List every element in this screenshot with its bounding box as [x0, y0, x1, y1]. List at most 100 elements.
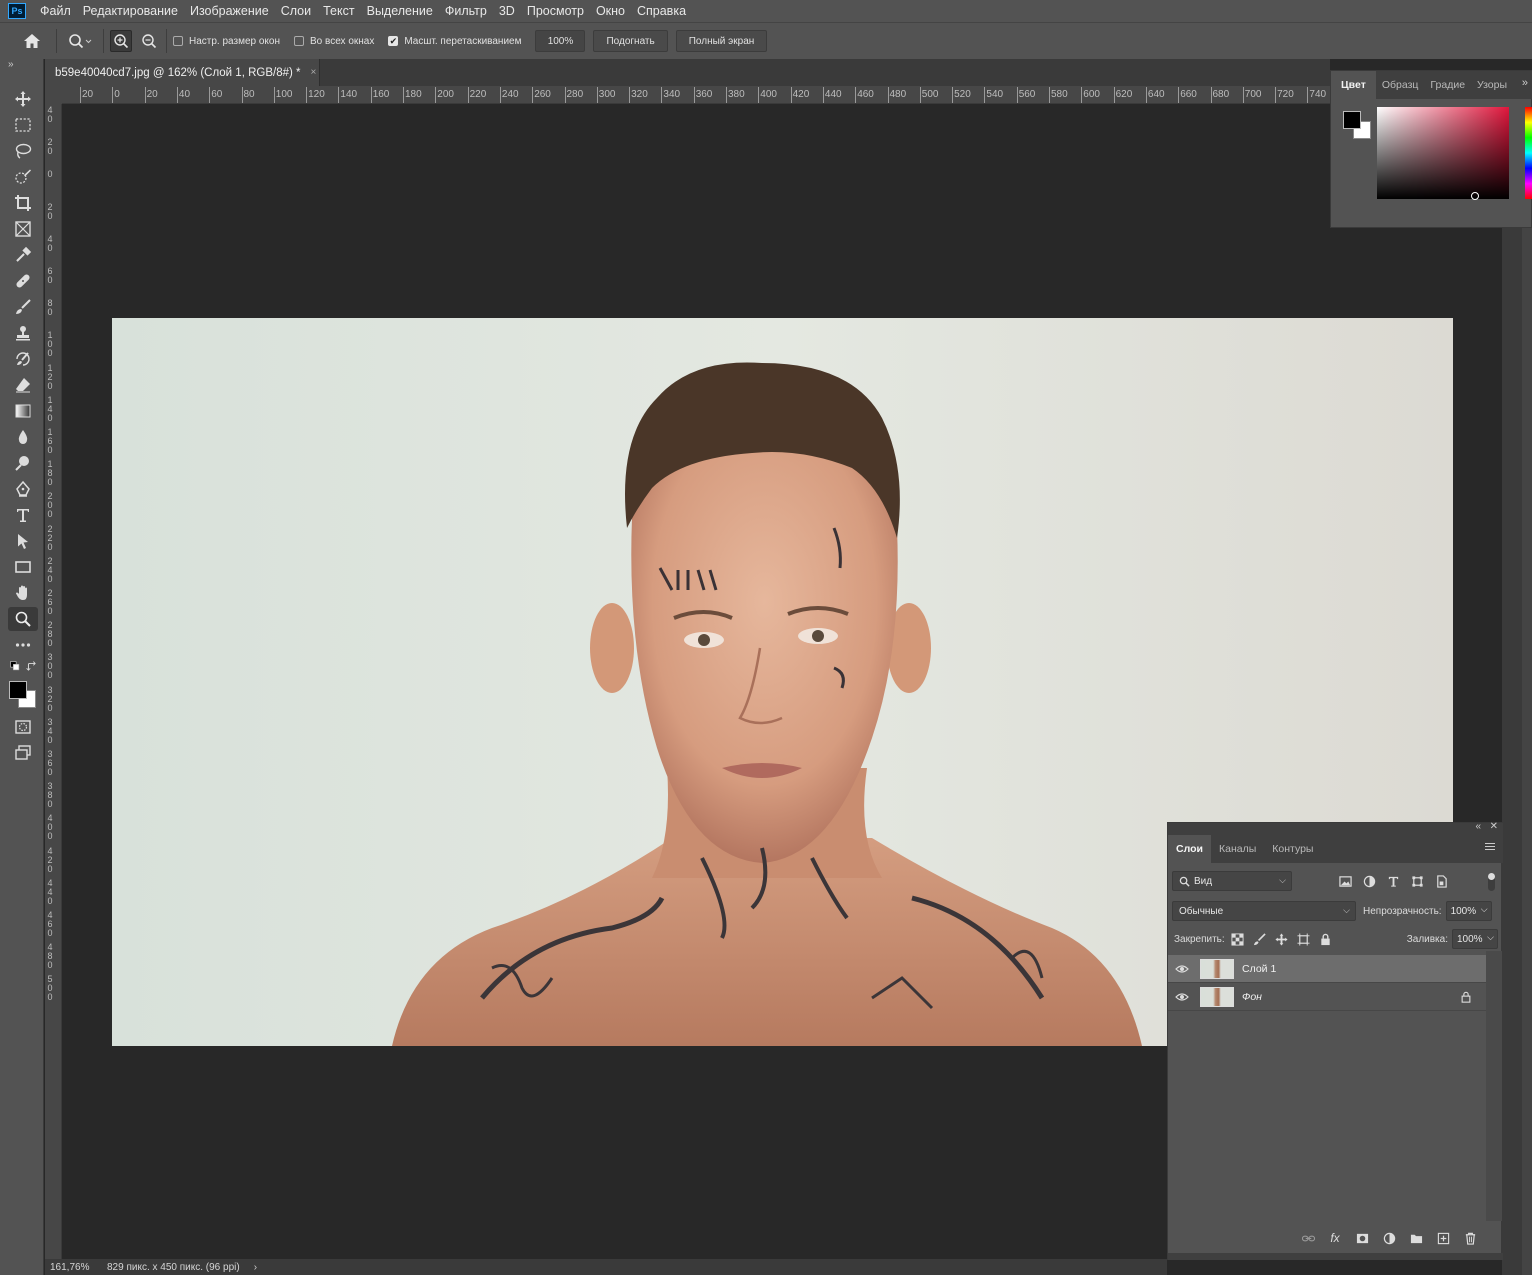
layer-row[interactable]: Фон	[1168, 983, 1486, 1011]
zoom-level-field[interactable]: 161,76%	[45, 1262, 97, 1273]
layer-style-button[interactable]: fx	[1324, 1227, 1346, 1249]
visibility-toggle[interactable]	[1168, 983, 1196, 1011]
tab-patterns[interactable]: Узоры	[1471, 71, 1513, 99]
lock-position-button[interactable]	[1273, 930, 1291, 948]
quick-mask-button[interactable]	[8, 715, 38, 739]
zoom-out-button[interactable]	[138, 30, 160, 52]
layer-filter-kind-select[interactable]: Вид ⌵	[1172, 871, 1292, 891]
zoom-tool[interactable]	[8, 607, 38, 631]
history-brush-tool[interactable]	[8, 347, 38, 371]
opacity-field[interactable]: 100% ⌵	[1445, 901, 1492, 921]
link-layers-button[interactable]	[1297, 1227, 1319, 1249]
home-button[interactable]	[14, 26, 50, 56]
filter-type-button[interactable]	[1384, 872, 1402, 890]
menu-help[interactable]: Справка	[631, 0, 692, 22]
menu-filter[interactable]: Фильтр	[439, 0, 493, 22]
healing-brush-tool[interactable]	[8, 269, 38, 293]
hand-tool[interactable]	[8, 581, 38, 605]
marquee-tool[interactable]	[8, 113, 38, 137]
new-layer-button[interactable]	[1432, 1227, 1454, 1249]
resize-windows-checkbox[interactable]: Настр. размер окон	[173, 36, 280, 47]
lock-all-button[interactable]	[1317, 930, 1335, 948]
all-windows-checkbox[interactable]: Во всех окнах	[294, 36, 374, 47]
frame-tool[interactable]	[8, 217, 38, 241]
menu-view[interactable]: Просмотр	[521, 0, 590, 22]
layer-row[interactable]: Слой 1	[1168, 955, 1486, 983]
swap-colors-icon[interactable]	[25, 660, 37, 672]
fill-field[interactable]: 100% ⌵	[1452, 929, 1498, 949]
blur-tool[interactable]	[8, 425, 38, 449]
pen-tool[interactable]	[8, 477, 38, 501]
chevron-down-icon[interactable]: ⌵	[1487, 932, 1494, 943]
menu-3d[interactable]: 3D	[493, 0, 521, 22]
menu-layers[interactable]: Слои	[275, 0, 317, 22]
checkbox-box[interactable]	[294, 36, 304, 46]
color-picker-handle[interactable]	[1471, 192, 1479, 200]
collapse-icon[interactable]: «	[1475, 821, 1481, 832]
tab-color[interactable]: Цвет	[1331, 71, 1376, 99]
eyedropper-tool[interactable]	[8, 243, 38, 267]
foreground-color-swatch[interactable]	[9, 681, 27, 699]
menu-window[interactable]: Окно	[590, 0, 631, 22]
collapse-panels-icon[interactable]: »	[1522, 77, 1528, 89]
vertical-ruler[interactable]: 40 20 0 20 40 60 80 100 120 140 160 180 200 220 240 260…	[45, 104, 62, 1259]
panel-resize-edge[interactable]	[1168, 1253, 1503, 1260]
foreground-color-swatch[interactable]	[1343, 111, 1361, 129]
filter-toggle-switch[interactable]	[1488, 873, 1495, 891]
filter-shape-button[interactable]	[1408, 872, 1426, 890]
menu-image[interactable]: Изображение	[184, 0, 275, 22]
blend-mode-select[interactable]: Обычные ⌵	[1172, 901, 1356, 921]
filter-smart-object-button[interactable]	[1432, 872, 1450, 890]
move-tool[interactable]	[8, 87, 38, 111]
checkmark-icon[interactable]: ✔	[388, 36, 399, 46]
lock-image-pixels-button[interactable]	[1251, 930, 1269, 948]
clone-stamp-tool[interactable]	[8, 321, 38, 345]
tab-gradients[interactable]: Градие	[1424, 71, 1471, 99]
default-colors-icon[interactable]	[9, 661, 20, 671]
tab-channels[interactable]: Каналы	[1211, 835, 1264, 863]
tab-layers[interactable]: Слои	[1168, 835, 1211, 863]
lock-artboard-button[interactable]	[1295, 930, 1313, 948]
zoom-100-button[interactable]: 100%	[535, 30, 586, 52]
chevron-down-icon[interactable]: ⌵	[1481, 904, 1488, 915]
panel-header[interactable]: « ✕	[1168, 821, 1503, 835]
menu-type[interactable]: Текст	[317, 0, 360, 22]
zoom-tool-preset-button[interactable]	[63, 30, 97, 52]
document-tab[interactable]: b59e40040cd7.jpg @ 162% (Слой 1, RGB/8#)…	[45, 59, 320, 86]
layer-thumbnail[interactable]	[1200, 986, 1234, 1007]
menu-edit[interactable]: Редактирование	[77, 0, 184, 22]
fill-screen-button[interactable]: Полный экран	[675, 30, 768, 52]
more-tools-button[interactable]	[8, 633, 38, 657]
collapse-toolbar-icon[interactable]: »	[8, 59, 14, 70]
screen-mode-button[interactable]	[8, 741, 38, 765]
menu-file[interactable]: Файл	[34, 0, 77, 22]
filter-pixel-button[interactable]	[1336, 872, 1354, 890]
horizontal-ruler[interactable]: 20 0 20 40 60 80 100 120 140 160 180 200 220 240 260 28…	[62, 86, 1330, 104]
tab-swatches[interactable]: Образц	[1376, 71, 1425, 99]
tab-paths[interactable]: Контуры	[1264, 835, 1321, 863]
brush-tool[interactable]	[8, 295, 38, 319]
path-selection-tool[interactable]	[8, 529, 38, 553]
layer-thumbnail[interactable]	[1200, 958, 1234, 979]
quick-selection-tool[interactable]	[8, 165, 38, 189]
new-adjustment-layer-button[interactable]	[1378, 1227, 1400, 1249]
delete-layer-button[interactable]	[1459, 1227, 1481, 1249]
gradient-tool[interactable]	[8, 399, 38, 423]
eraser-tool[interactable]	[8, 373, 38, 397]
lock-icon[interactable]	[1460, 991, 1472, 1003]
hue-slider[interactable]	[1525, 107, 1532, 199]
rectangle-tool[interactable]	[8, 555, 38, 579]
layer-name[interactable]: Фон	[1242, 991, 1262, 1003]
checkbox-box[interactable]	[173, 36, 183, 46]
lasso-tool[interactable]	[8, 139, 38, 163]
crop-tool[interactable]	[8, 191, 38, 215]
new-group-button[interactable]	[1405, 1227, 1427, 1249]
visibility-toggle[interactable]	[1168, 955, 1196, 983]
filter-adjustment-button[interactable]	[1360, 872, 1378, 890]
zoom-in-button[interactable]	[110, 30, 132, 52]
add-mask-button[interactable]	[1351, 1227, 1373, 1249]
close-icon[interactable]: ×	[311, 67, 317, 78]
dodge-tool[interactable]	[8, 451, 38, 475]
status-menu-arrow-icon[interactable]: ›	[254, 1262, 257, 1273]
type-tool[interactable]	[8, 503, 38, 527]
